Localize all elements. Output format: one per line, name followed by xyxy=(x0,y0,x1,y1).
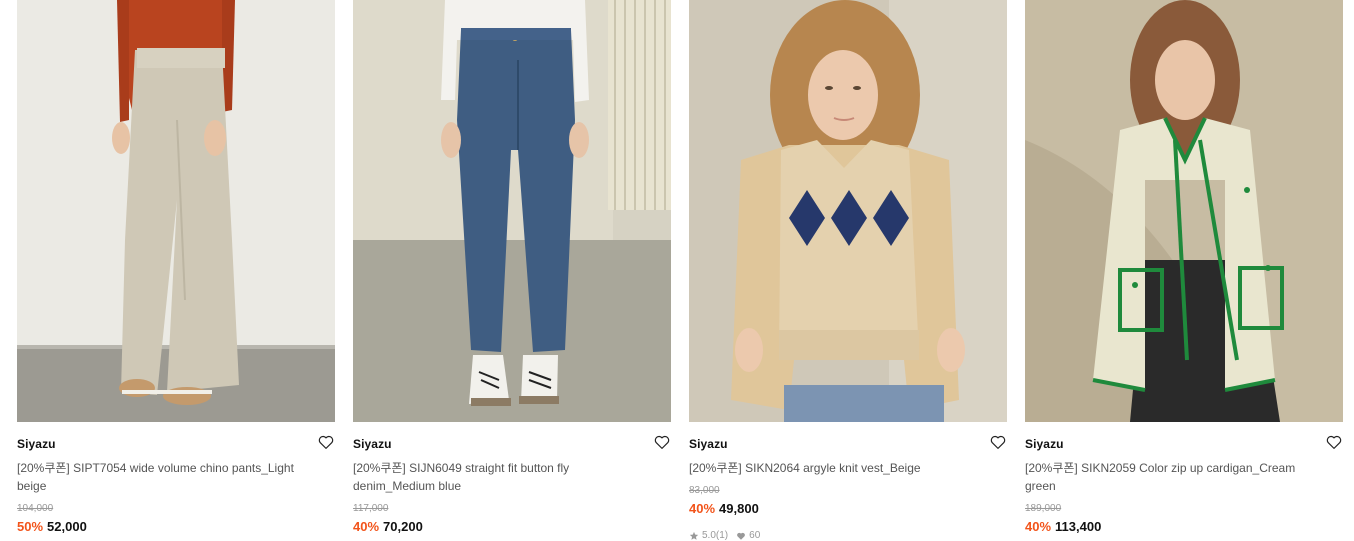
wishlist-heart-icon[interactable] xyxy=(989,433,1007,451)
brand-name[interactable]: Siyazu xyxy=(1025,437,1064,451)
original-price: 104,000 xyxy=(17,503,54,514)
product-photo xyxy=(353,0,671,422)
likes-heart-icon xyxy=(737,532,746,540)
product-title[interactable]: [20%쿠폰] SIKN2059 Color zip up cardigan_C… xyxy=(1025,459,1325,495)
sale-price: 70,200 xyxy=(383,519,423,534)
discount-rate: 40% xyxy=(353,519,380,534)
product-card[interactable]: Siyazu [20%쿠폰] SIKN2059 Color zip up car… xyxy=(1025,0,1343,540)
price-row: 40% 113,400 xyxy=(1025,519,1101,534)
product-image[interactable] xyxy=(17,0,335,422)
price-row: 40% 70,200 xyxy=(353,519,423,534)
review-count: (1) xyxy=(715,530,729,541)
review-meta: 5.0 (1) 60 xyxy=(689,530,760,541)
discount-rate: 50% xyxy=(17,519,44,534)
product-photo xyxy=(17,0,335,422)
brand-name[interactable]: Siyazu xyxy=(353,437,392,451)
discount-rate: 40% xyxy=(689,501,716,516)
brand-name[interactable]: Siyazu xyxy=(17,437,56,451)
product-title[interactable]: [20%쿠폰] SIKN2064 argyle knit vest_Beige xyxy=(689,459,989,477)
original-price: 117,000 xyxy=(353,503,389,514)
price-row: 50% 52,000 xyxy=(17,519,87,534)
product-image[interactable] xyxy=(1025,0,1343,422)
wishlist-heart-icon[interactable] xyxy=(317,433,335,451)
product-grid: Siyazu [20%쿠폰] SIPT7054 wide volume chin… xyxy=(17,0,1343,541)
product-title[interactable]: [20%쿠폰] SIJN6049 straight fit button fly… xyxy=(353,459,653,495)
product-card[interactable]: Siyazu [20%쿠폰] SIKN2064 argyle knit vest… xyxy=(689,0,1007,541)
sale-price: 52,000 xyxy=(47,519,87,534)
rating-value: 5.0 xyxy=(702,530,716,541)
star-icon xyxy=(689,531,699,540)
sale-price: 113,400 xyxy=(1055,519,1102,534)
wishlist-heart-icon[interactable] xyxy=(653,433,671,451)
wishlist-heart-icon[interactable] xyxy=(1325,433,1343,451)
product-card[interactable]: Siyazu [20%쿠폰] SIJN6049 straight fit but… xyxy=(353,0,671,540)
like-count: 60 xyxy=(749,530,761,541)
product-photo xyxy=(1025,0,1343,422)
sale-price: 49,800 xyxy=(719,501,759,516)
product-card[interactable]: Siyazu [20%쿠폰] SIPT7054 wide volume chin… xyxy=(17,0,335,540)
price-row: 40% 49,800 xyxy=(689,501,759,516)
original-price: 83,000 xyxy=(689,485,720,496)
discount-rate: 40% xyxy=(1025,519,1052,534)
product-photo xyxy=(689,0,1007,422)
original-price: 189,000 xyxy=(1025,503,1062,514)
product-image[interactable] xyxy=(353,0,671,422)
product-image[interactable] xyxy=(689,0,1007,422)
product-title[interactable]: [20%쿠폰] SIPT7054 wide volume chino pants… xyxy=(17,459,317,495)
brand-name[interactable]: Siyazu xyxy=(689,437,728,451)
